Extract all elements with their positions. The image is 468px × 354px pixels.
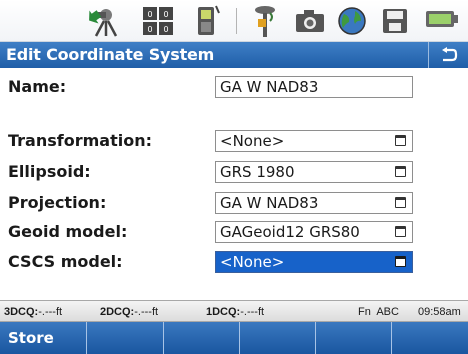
input-mode-indicator: Fn ABC (358, 306, 399, 318)
softkey-3[interactable] (164, 322, 240, 354)
dropdown-icon (395, 197, 406, 208)
page-title: Edit Coordinate System (6, 45, 215, 64)
geoid-model-value: GAGeoid12 GRS80 (220, 223, 360, 241)
cscs-model-label: CSCS model: (8, 252, 123, 271)
ellipsoid-value: GRS 1980 (220, 163, 295, 181)
toolbar-divider (236, 8, 237, 34)
projection-label: Projection: (8, 193, 107, 212)
geoid-model-select[interactable]: GAGeoid12 GRS80 (215, 221, 413, 243)
ellipsoid-select[interactable]: GRS 1980 (215, 161, 413, 183)
svg-text:0: 0 (163, 25, 168, 34)
softkey-5[interactable] (316, 322, 392, 354)
gps-rover-icon[interactable] (250, 3, 280, 39)
survey-instrument-icon[interactable] (84, 3, 122, 39)
svg-text:0: 0 (163, 10, 168, 19)
3d-quality-label: 3DCQ: (4, 306, 39, 318)
store-button[interactable]: Store (0, 322, 87, 354)
2d-quality-readout: 2DCQ:-.---ft (100, 306, 158, 318)
back-arrow-icon (441, 47, 457, 62)
3d-quality-value: -.---ft (38, 306, 63, 318)
battery-icon (426, 11, 458, 27)
1d-quality-readout: 1DCQ:-.---ft (206, 306, 264, 318)
name-label: Name: (8, 77, 67, 96)
3d-quality-readout: 3DCQ:-.---ft (4, 306, 62, 318)
1d-quality-value: -.---ft (240, 306, 265, 318)
geoid-model-label: Geoid model: (8, 222, 128, 241)
cscs-model-select[interactable]: <None> (215, 251, 413, 273)
keypad-icon[interactable]: 0 0 0 0 (140, 3, 176, 39)
name-value: GA W NAD83 (220, 78, 319, 96)
clock: 09:58am (418, 306, 461, 318)
dropdown-icon (395, 166, 406, 177)
transformation-select[interactable]: <None> (215, 130, 413, 152)
svg-text:0: 0 (147, 10, 152, 19)
2d-quality-value: -.---ft (134, 306, 159, 318)
ellipsoid-label: Ellipsoid: (8, 162, 91, 181)
1d-quality-label: 1DCQ: (206, 306, 241, 318)
camera-icon[interactable] (292, 3, 328, 39)
title-bar: Edit Coordinate System (0, 42, 468, 68)
dropdown-icon (395, 256, 406, 267)
dropdown-icon (395, 226, 406, 237)
transformation-label: Transformation: (8, 131, 152, 150)
svg-text:0: 0 (147, 25, 152, 34)
save-icon[interactable] (378, 3, 412, 39)
projection-value: GA W NAD83 (220, 194, 319, 212)
dropdown-icon (395, 135, 406, 146)
status-bar: 3DCQ:-.---ft 2DCQ:-.---ft 1DCQ:-.---ft F… (0, 300, 468, 322)
store-button-label: Store (8, 329, 54, 347)
2d-quality-label: 2DCQ: (100, 306, 135, 318)
status-toolbar: 0 0 0 0 (0, 0, 468, 42)
softkey-6[interactable] (392, 322, 468, 354)
projection-select[interactable]: GA W NAD83 (215, 192, 413, 214)
softkey-bar: Store (0, 322, 468, 354)
cscs-model-value: <None> (220, 253, 285, 271)
transformation-value: <None> (220, 132, 285, 150)
back-button[interactable] (428, 42, 468, 68)
name-field[interactable]: GA W NAD83 (215, 76, 413, 98)
globe-icon[interactable] (334, 3, 370, 39)
softkey-4[interactable] (240, 322, 316, 354)
controller-icon[interactable] (192, 3, 222, 39)
softkey-2[interactable] (87, 322, 164, 354)
